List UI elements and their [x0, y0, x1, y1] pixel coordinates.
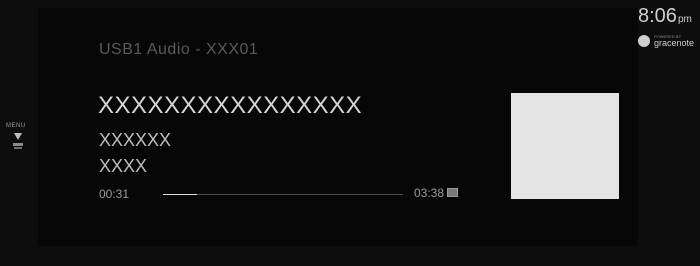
progress-bar[interactable] [163, 194, 403, 195]
clock: 8:06pm [638, 5, 692, 28]
source-label[interactable]: USB1 Audio - XXX01 [99, 41, 258, 59]
progress-fill [163, 194, 197, 195]
track-title: XXXXXXXXXXXXXXXX [98, 92, 363, 119]
album-art [511, 93, 619, 199]
total-time: 03:38 [414, 186, 445, 200]
clock-time: 8:06 [638, 5, 677, 27]
media-screen: USB1 Audio - XXX01 XXXXXXXXXXXXXXXX XXXX… [0, 0, 700, 266]
menu-label[interactable]: MENU [6, 123, 26, 129]
track-artist: XXXXXX [99, 130, 172, 150]
gracenote-logo-icon [638, 35, 650, 47]
gracenote-brand: gracenote [654, 38, 695, 48]
menu-down-arrow-icon[interactable] [12, 131, 24, 153]
elapsed-time: 00:31 [99, 187, 130, 201]
track-album: XXXX [99, 156, 148, 176]
clock-ampm: pm [677, 14, 692, 25]
media-badge-icon [447, 188, 458, 197]
